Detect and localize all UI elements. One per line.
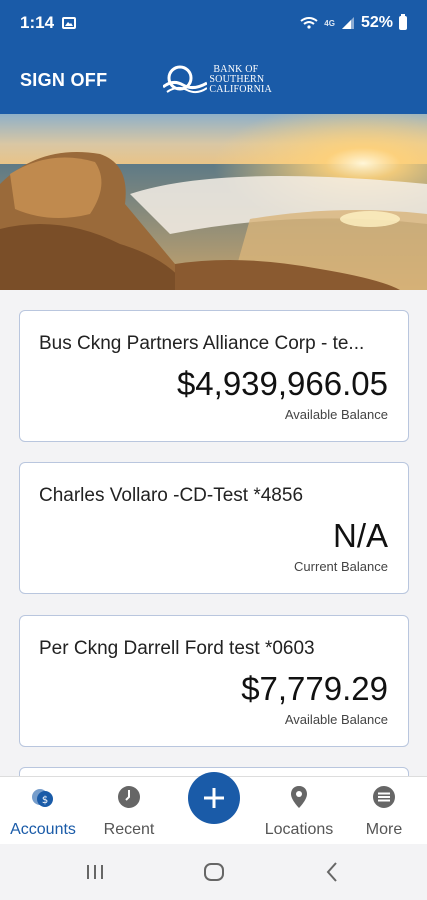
plus-icon — [204, 788, 224, 808]
location-pin-icon — [291, 786, 307, 808]
clock-icon — [118, 786, 140, 808]
add-button[interactable] — [188, 772, 240, 824]
account-card[interactable]: Charles Vollaro -CD-Test *4856 N/A Curre… — [19, 462, 409, 594]
nav-locations[interactable]: Locations — [256, 777, 342, 845]
home-icon[interactable] — [202, 860, 226, 884]
wifi-icon — [300, 17, 318, 29]
recent-apps-icon[interactable] — [83, 860, 107, 884]
network-type-label: 4G — [324, 18, 335, 28]
image-icon — [62, 17, 77, 29]
battery-icon — [399, 14, 407, 30]
bank-name-line3: CALIFORNIA — [209, 84, 272, 95]
signal-icon — [341, 17, 354, 29]
account-card[interactable]: Bus Ckng Partners Alliance Corp - te... … — [19, 310, 409, 442]
system-navigation-bar — [0, 844, 427, 900]
nav-accounts-label: Accounts — [10, 821, 76, 838]
battery-percent: 52% — [360, 14, 393, 31]
back-icon[interactable] — [320, 860, 344, 884]
balance-label: Available Balance — [284, 407, 388, 422]
balance-label: Available Balance — [284, 712, 388, 727]
bank-logo-icon — [163, 65, 208, 94]
app-header: SIGN OFF BANK OF SOUTHERN CALIFORNIA — [0, 46, 427, 114]
account-name: Per Ckng Darrell Ford test *0603 — [39, 638, 315, 659]
more-icon — [373, 786, 395, 808]
account-name: Charles Vollaro -CD-Test *4856 — [39, 485, 304, 506]
nav-more-label: More — [365, 821, 403, 838]
account-name: Bus Ckng Partners Alliance Corp - te... — [39, 333, 365, 354]
hero-beach-image — [0, 114, 427, 290]
account-balance: $7,779.29 — [241, 670, 388, 707]
nav-locations-label: Locations — [264, 821, 334, 838]
account-balance: $4,939,966.05 — [176, 365, 388, 402]
account-card[interactable]: Per Ckng Darrell Ford test *0603 $7,779.… — [19, 615, 409, 747]
accounts-list: Bus Ckng Partners Alliance Corp - te... … — [0, 290, 427, 776]
status-indicators: 4G 52% — [300, 14, 407, 32]
account-balance: N/A — [332, 517, 388, 554]
bank-logo: BANK OF SOUTHERN CALIFORNIA — [163, 65, 272, 95]
bank-name: BANK OF SOUTHERN CALIFORNIA — [209, 65, 272, 95]
nav-more[interactable]: More — [341, 777, 427, 845]
accounts-badge: $ — [42, 795, 48, 806]
nav-accounts[interactable]: $ Accounts — [0, 777, 86, 845]
nav-recent[interactable]: Recent — [86, 777, 172, 845]
status-time: 1:14 — [20, 13, 55, 32]
sign-off-button[interactable]: SIGN OFF — [20, 70, 107, 91]
status-bar: 1:14 4G 52% — [0, 0, 427, 46]
accounts-icon: $ — [32, 789, 53, 807]
nav-recent-label: Recent — [103, 821, 155, 838]
balance-label: Current Balance — [294, 559, 388, 574]
